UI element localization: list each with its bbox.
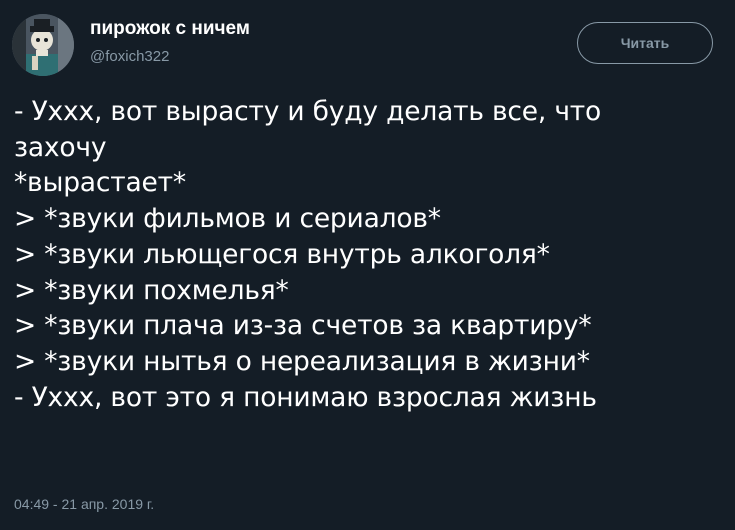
tweet-line: > *звуки нытья о нереализация в жизни* [14, 345, 590, 377]
tweet-line: - Ухxx, вот вырасту и буду делать все, ч… [14, 96, 602, 127]
user-avatar[interactable] [12, 14, 74, 76]
tweet-card: пирожок с ничем @foxich322 Читать - Ухxx… [0, 0, 735, 530]
tweet-timestamp[interactable]: 04:49 - 21 апр. 2019 г. [14, 496, 154, 512]
tweet-line: *вырастает* [14, 167, 186, 199]
tweet-line: - Ухxx, вот это я понимаю взрослая жизнь [14, 381, 597, 413]
follow-button[interactable]: Читать [577, 22, 713, 64]
tweet-line: захочу [14, 131, 107, 163]
tweet-line: > *звуки похмелья* [14, 274, 289, 306]
user-handle[interactable]: @foxich322 [90, 48, 169, 65]
tweet-line: > *звуки льющегося внутрь алкоголя* [14, 238, 550, 270]
avatar-image [12, 14, 74, 76]
tweet-text: - Ухxx, вот вырасту и буду делать все, ч… [14, 94, 730, 415]
tweet-line: > *звуки плача из-за счетов за квартиру* [14, 310, 592, 342]
user-display-name[interactable]: пирожок с ничем [90, 18, 250, 40]
tweet-line: > *звуки фильмов и сериалов* [14, 203, 441, 235]
